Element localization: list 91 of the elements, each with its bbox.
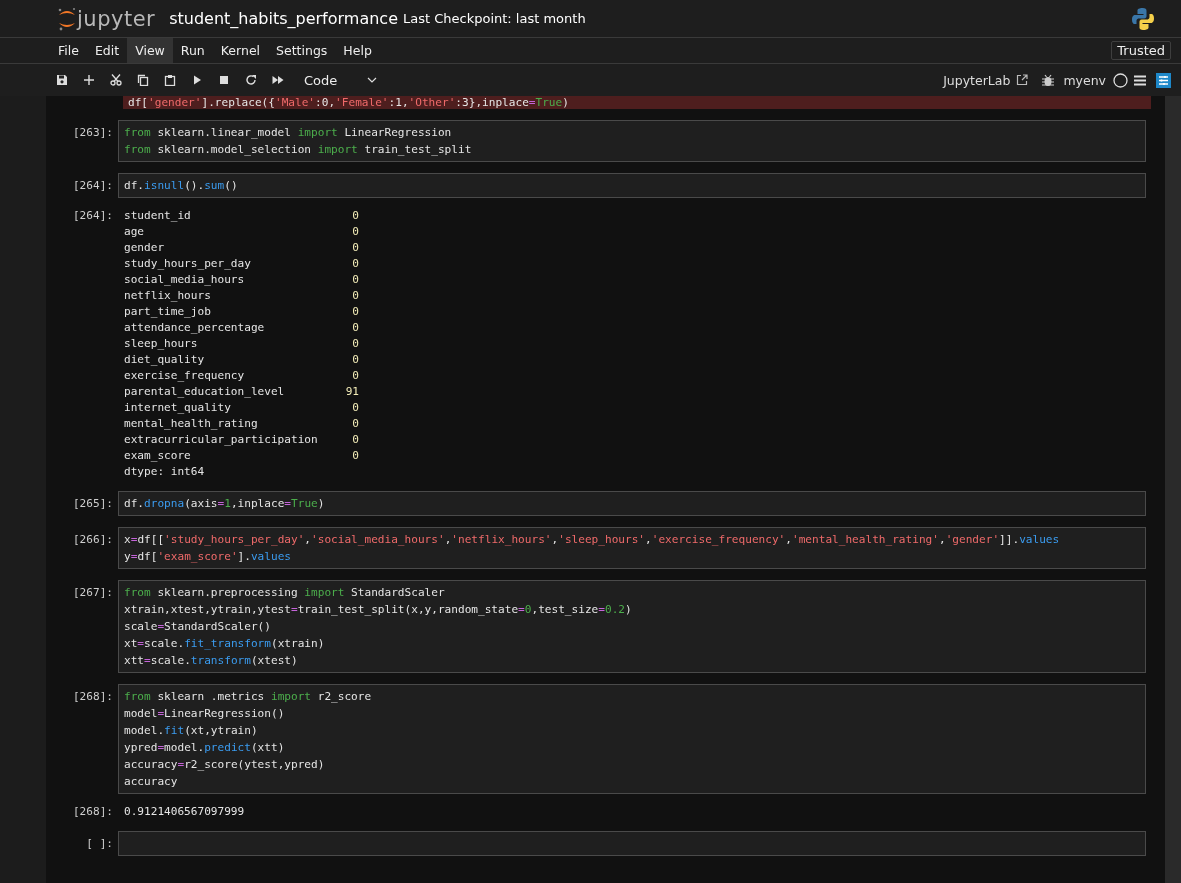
series-label: study_hours_per_day [124, 256, 252, 272]
menu-icon[interactable] [1134, 74, 1146, 86]
series-value: 0 [351, 368, 359, 384]
code-line: x=df[['study_hours_per_day','social_media_hours','netflix_hours','sleep_hours','exercise_frequency','mental_health_rating','gender']].values [124, 532, 1061, 548]
menu-item[interactable]: Help [335, 38, 380, 63]
output-text: 0.9121406567097999 [124, 804, 245, 820]
kernel-name[interactable]: myenv [1063, 72, 1106, 88]
series-label: gender [124, 240, 166, 256]
code-cell-input[interactable]: x=df[['study_hours_per_day','social_media_hours','netflix_hours','sleep_hours','exercise_frequency','mental_health_rating','gender']].values y=df['exam_score'].values [118, 527, 1146, 569]
menu-item[interactable]: Settings [268, 38, 336, 63]
menu-item[interactable]: Run [172, 38, 213, 63]
series-value: 0 [351, 272, 359, 288]
series-value: 0 [351, 320, 359, 336]
bug-icon[interactable] [1042, 73, 1055, 87]
series-label: part_time_job [124, 304, 212, 320]
input-prompt: [267]: [71, 585, 114, 601]
jupyterlab-link[interactable]: JupyterLab [943, 72, 1011, 88]
code-line: accuracy=r2_score(ytest,ypred) [124, 757, 326, 773]
code-line: df.isnull().sum() [124, 178, 239, 194]
code-line: ypred=model.predict(xtt) [124, 740, 286, 756]
code-line: accuracy [124, 774, 179, 790]
series-label: social_media_hours [124, 272, 246, 288]
code-line: xtt=scale.transform(xtest) [124, 653, 299, 669]
code-line: df['gender'].replace({'Male':0,'Female':1,'Other':3},inplace=True) [128, 96, 570, 109]
series-value: 0 [351, 256, 359, 272]
code-line: y=df['exam_score'].values [124, 549, 292, 565]
series-label: parental_education_level [124, 384, 286, 400]
cell-type-dropdown[interactable]: Code [300, 69, 382, 91]
input-prompt: [268]: [71, 689, 114, 705]
series-value: 0 [351, 448, 359, 464]
code-cell-input[interactable] [118, 831, 1146, 856]
series-value: 0 [351, 352, 359, 368]
jupyter-logo-icon [57, 5, 77, 32]
series-value: 0 [351, 288, 359, 304]
series-value: 0 [351, 432, 359, 448]
series-label: exam_score [124, 448, 192, 464]
menu-item[interactable]: View [127, 38, 173, 63]
code-line: model.fit(xt,ytrain) [124, 723, 259, 739]
series-label: exercise_frequency [124, 368, 246, 384]
code-cell-input[interactable]: from sklearn .metrics import r2_score model=LinearRegression() model.fit(xt,ytrain) ypred=model.predict(xtt) accuracy=r2_score(ytest,ypred) accuracy [118, 684, 1146, 794]
property-inspector-icon[interactable] [1156, 72, 1171, 88]
series-label: netflix_hours [124, 288, 212, 304]
code-line: scale=StandardScaler() [124, 619, 272, 635]
series-value: 91 [344, 384, 359, 400]
code-cell-input[interactable]: df.dropna(axis=1,inplace=True) [118, 491, 1146, 516]
trusted-indicator[interactable]: Trusted [1111, 41, 1171, 60]
series-label: diet_quality [124, 352, 206, 368]
code-line: model=LinearRegression() [124, 706, 286, 722]
menu-item[interactable]: Edit [86, 38, 128, 63]
code-line: xt=scale.fit_transform(xtrain) [124, 636, 326, 652]
code-line: from sklearn.linear_model import LinearRegression [124, 125, 453, 141]
kernel-status-icon [1113, 72, 1128, 88]
series-label: attendance_percentage [124, 320, 266, 336]
code-line: from sklearn.model_selection import train_test_split [124, 142, 473, 158]
series-label: internet_quality [124, 400, 232, 416]
checkpoint-text: Last Checkpoint: last month [403, 11, 586, 26]
python-logo-icon [1131, 6, 1155, 31]
series-label: sleep_hours [124, 336, 199, 352]
caret-icon[interactable] [367, 77, 378, 83]
external-link-icon[interactable] [1016, 74, 1029, 86]
output-prompt: [264]: [71, 208, 114, 224]
notebook-title[interactable]: student_habits_performance [169, 9, 398, 28]
input-prompt: [ ]: [85, 836, 114, 852]
series-value: 0 [351, 400, 359, 416]
series-value: 0 [351, 208, 359, 224]
series-value: 0 [351, 240, 359, 256]
menu-item[interactable]: File [50, 38, 87, 63]
series-value: 0 [351, 224, 359, 240]
series-label: student_id [124, 208, 192, 224]
scrollbar-track[interactable] [1165, 96, 1181, 883]
dtype-text: dtype: int64 [124, 464, 206, 480]
input-prompt: [264]: [71, 178, 114, 194]
input-prompt: [265]: [71, 496, 114, 512]
menu-item[interactable]: Kernel [212, 38, 269, 63]
series-value: 0 [351, 416, 359, 432]
code-cell-input[interactable]: from sklearn.linear_model import LinearRegression from sklearn.model_selection import train_test_split [118, 120, 1146, 162]
input-prompt: [266]: [71, 532, 114, 548]
code-line: from sklearn .metrics import r2_score [124, 689, 373, 705]
series-label: mental_health_rating [124, 416, 259, 432]
logo-text: jupyter [77, 6, 156, 31]
series-value: 0 [351, 304, 359, 320]
code-line: from sklearn.preprocessing import StandardScaler [124, 585, 446, 601]
code-cell-input[interactable]: df.isnull().sum() [118, 173, 1146, 198]
series-value: 0 [351, 336, 359, 352]
input-prompt: [263]: [71, 125, 114, 141]
series-label: age [124, 224, 146, 240]
output-prompt: [268]: [71, 804, 114, 820]
code-line: df.dropna(axis=1,inplace=True) [124, 496, 326, 512]
series-label: extracurricular_participation [124, 432, 319, 448]
code-cell-input[interactable] [118, 580, 1146, 673]
code-line: xtrain,xtest,ytrain,ytest=train_test_split(x,y,random_state=0,test_size=0.2) [124, 602, 633, 618]
